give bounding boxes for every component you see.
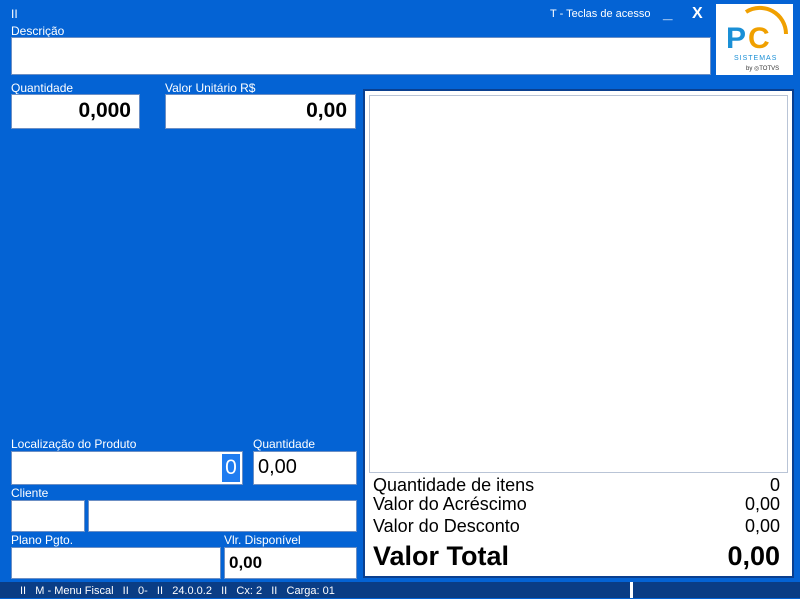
- svg-text:C: C: [748, 22, 770, 55]
- status-text: II M - Menu Fiscal II 0- II 24.0.0.2 II …: [20, 585, 335, 597]
- cliente-code-field[interactable]: [11, 500, 85, 532]
- desconto-value: 0,00: [744, 516, 780, 536]
- localizacao-label: Localização do Produto: [11, 437, 137, 451]
- acrescimo-value: 0,00: [744, 494, 780, 514]
- total-value: 0,00: [727, 541, 780, 571]
- items-list[interactable]: [369, 95, 788, 473]
- desconto-row: Valor do Desconto 0,00: [373, 516, 780, 536]
- total-label: Valor Total: [373, 541, 510, 571]
- quantidade-field[interactable]: 0,000: [11, 94, 140, 129]
- qtd-itens-value: 0: [769, 475, 780, 495]
- desconto-label: Valor do Desconto: [373, 516, 520, 536]
- total-row: Valor Total 0,00: [373, 541, 780, 571]
- svg-text:P: P: [726, 22, 746, 55]
- vlr-disponivel-field: 0,00: [224, 547, 357, 579]
- qtd-itens-row: Quantidade de itens 0: [373, 475, 780, 495]
- acrescimo-label: Valor do Acréscimo: [373, 494, 527, 514]
- header-separator: II: [11, 7, 18, 21]
- status-bar: II M - Menu Fiscal II 0- II 24.0.0.2 II …: [0, 582, 800, 598]
- svg-text:SISTEMAS: SISTEMAS: [734, 55, 777, 62]
- minimize-button[interactable]: _: [663, 3, 672, 23]
- valor-unitario-field[interactable]: 0,00: [165, 94, 356, 129]
- pc-sistemas-logo: P C SISTEMAS by ◎TOTVS: [716, 4, 793, 75]
- cliente-name-field[interactable]: [88, 500, 357, 532]
- items-panel: Quantidade de itens 0 Valor do Acréscimo…: [363, 89, 794, 578]
- quantidade-label: Quantidade: [11, 81, 74, 95]
- quantidade2-field[interactable]: 0,00: [253, 451, 357, 485]
- access-keys-hint: T - Teclas de acesso: [550, 8, 651, 20]
- localizacao-value: 0: [222, 454, 240, 482]
- close-button[interactable]: X: [692, 5, 703, 23]
- vlr-disponivel-label: Vlr. Disponível: [224, 533, 301, 547]
- cliente-label: Cliente: [11, 486, 49, 500]
- plano-field[interactable]: [11, 547, 221, 579]
- localizacao-field[interactable]: [11, 451, 243, 485]
- descricao-label: Descrição: [11, 24, 65, 38]
- plano-label: Plano Pgto.: [11, 533, 74, 547]
- descricao-field[interactable]: [11, 37, 711, 75]
- acrescimo-row: Valor do Acréscimo 0,00: [373, 494, 780, 514]
- quantidade2-label: Quantidade: [253, 437, 316, 451]
- svg-text:by ◎TOTVS: by ◎TOTVS: [746, 66, 779, 72]
- qtd-itens-label: Quantidade de itens: [373, 475, 535, 495]
- valor-unitario-label: Valor Unitário R$: [165, 81, 256, 95]
- status-divider: [630, 582, 633, 598]
